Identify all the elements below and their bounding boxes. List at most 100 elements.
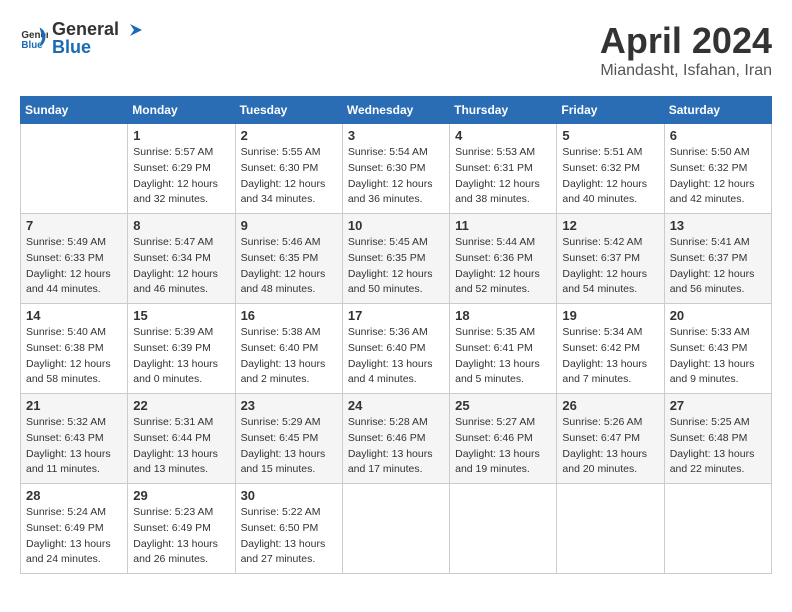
calendar-cell: 7 Sunrise: 5:49 AM Sunset: 6:33 PM Daylig…: [21, 214, 128, 304]
day-info: Sunrise: 5:22 AM Sunset: 6:50 PM Dayligh…: [241, 505, 337, 568]
day-info: Sunrise: 5:49 AM Sunset: 6:33 PM Dayligh…: [26, 235, 122, 298]
calendar-week-row: 14 Sunrise: 5:40 AM Sunset: 6:38 PM Dayli…: [21, 304, 772, 394]
calendar-cell: 9 Sunrise: 5:46 AM Sunset: 6:35 PM Daylig…: [235, 214, 342, 304]
day-info: Sunrise: 5:53 AM Sunset: 6:31 PM Dayligh…: [455, 145, 551, 208]
calendar-cell: [342, 484, 449, 574]
day-number: 12: [562, 218, 658, 233]
calendar-week-row: 1 Sunrise: 5:57 AM Sunset: 6:29 PM Daylig…: [21, 124, 772, 214]
calendar-week-row: 21 Sunrise: 5:32 AM Sunset: 6:43 PM Dayli…: [21, 394, 772, 484]
day-number: 15: [133, 308, 229, 323]
day-number: 13: [670, 218, 766, 233]
weekday-header-friday: Friday: [557, 97, 664, 124]
calendar-cell: 28 Sunrise: 5:24 AM Sunset: 6:49 PM Dayli…: [21, 484, 128, 574]
weekday-header-row: SundayMondayTuesdayWednesdayThursdayFrid…: [21, 97, 772, 124]
day-info: Sunrise: 5:32 AM Sunset: 6:43 PM Dayligh…: [26, 415, 122, 478]
location-title: Miandasht, Isfahan, Iran: [600, 62, 772, 80]
calendar-cell: 12 Sunrise: 5:42 AM Sunset: 6:37 PM Dayli…: [557, 214, 664, 304]
day-info: Sunrise: 5:29 AM Sunset: 6:45 PM Dayligh…: [241, 415, 337, 478]
calendar-cell: 23 Sunrise: 5:29 AM Sunset: 6:45 PM Dayli…: [235, 394, 342, 484]
day-number: 22: [133, 398, 229, 413]
day-number: 19: [562, 308, 658, 323]
day-number: 30: [241, 488, 337, 503]
day-info: Sunrise: 5:38 AM Sunset: 6:40 PM Dayligh…: [241, 325, 337, 388]
day-number: 16: [241, 308, 337, 323]
calendar-cell: 11Sunrise: 5:44 AM Sunset: 6:36 PM Dayli…: [450, 214, 557, 304]
calendar-cell: 25Sunrise: 5:27 AM Sunset: 6:46 PM Dayli…: [450, 394, 557, 484]
day-info: Sunrise: 5:50 AM Sunset: 6:32 PM Dayligh…: [670, 145, 766, 208]
day-number: 2: [241, 128, 337, 143]
day-info: Sunrise: 5:42 AM Sunset: 6:37 PM Dayligh…: [562, 235, 658, 298]
day-info: Sunrise: 5:46 AM Sunset: 6:35 PM Dayligh…: [241, 235, 337, 298]
day-number: 9: [241, 218, 337, 233]
calendar-cell: 1 Sunrise: 5:57 AM Sunset: 6:29 PM Daylig…: [128, 124, 235, 214]
weekday-header-thursday: Thursday: [450, 97, 557, 124]
day-number: 7: [26, 218, 122, 233]
day-info: Sunrise: 5:24 AM Sunset: 6:49 PM Dayligh…: [26, 505, 122, 568]
weekday-header-monday: Monday: [128, 97, 235, 124]
day-number: 5: [562, 128, 658, 143]
day-info: Sunrise: 5:23 AM Sunset: 6:49 PM Dayligh…: [133, 505, 229, 568]
calendar-cell: 5 Sunrise: 5:51 AM Sunset: 6:32 PM Daylig…: [557, 124, 664, 214]
calendar-table: SundayMondayTuesdayWednesdayThursdayFrid…: [20, 96, 772, 574]
day-info: Sunrise: 5:54 AM Sunset: 6:30 PM Dayligh…: [348, 145, 444, 208]
day-info: Sunrise: 5:55 AM Sunset: 6:30 PM Dayligh…: [241, 145, 337, 208]
calendar-cell: 15 Sunrise: 5:39 AM Sunset: 6:39 PM Dayli…: [128, 304, 235, 394]
day-info: Sunrise: 5:45 AM Sunset: 6:35 PM Dayligh…: [348, 235, 444, 298]
calendar-cell: 10 Sunrise: 5:45 AM Sunset: 6:35 PM Dayli…: [342, 214, 449, 304]
day-number: 11: [455, 218, 551, 233]
day-number: 8: [133, 218, 229, 233]
calendar-cell: [450, 484, 557, 574]
calendar-cell: 6 Sunrise: 5:50 AM Sunset: 6:32 PM Daylig…: [664, 124, 771, 214]
day-number: 23: [241, 398, 337, 413]
calendar-cell: 30 Sunrise: 5:22 AM Sunset: 6:50 PM Dayli…: [235, 484, 342, 574]
day-info: Sunrise: 5:36 AM Sunset: 6:40 PM Dayligh…: [348, 325, 444, 388]
day-number: 4: [455, 128, 551, 143]
calendar-cell: 26Sunrise: 5:26 AM Sunset: 6:47 PM Dayli…: [557, 394, 664, 484]
weekday-header-tuesday: Tuesday: [235, 97, 342, 124]
day-number: 17: [348, 308, 444, 323]
day-number: 6: [670, 128, 766, 143]
calendar-cell: 21 Sunrise: 5:32 AM Sunset: 6:43 PM Dayli…: [21, 394, 128, 484]
calendar-cell: 3Sunrise: 5:54 AM Sunset: 6:30 PM Daylig…: [342, 124, 449, 214]
calendar-cell: 4 Sunrise: 5:53 AM Sunset: 6:31 PM Daylig…: [450, 124, 557, 214]
day-info: Sunrise: 5:40 AM Sunset: 6:38 PM Dayligh…: [26, 325, 122, 388]
calendar-cell: [664, 484, 771, 574]
day-number: 28: [26, 488, 122, 503]
day-info: Sunrise: 5:57 AM Sunset: 6:29 PM Dayligh…: [133, 145, 229, 208]
calendar-cell: 27Sunrise: 5:25 AM Sunset: 6:48 PM Dayli…: [664, 394, 771, 484]
day-info: Sunrise: 5:28 AM Sunset: 6:46 PM Dayligh…: [348, 415, 444, 478]
logo-icon: General Blue: [20, 24, 48, 52]
title-area: April 2024 Miandasht, Isfahan, Iran: [600, 20, 772, 80]
calendar-cell: 19Sunrise: 5:34 AM Sunset: 6:42 PM Dayli…: [557, 304, 664, 394]
calendar-cell: 14 Sunrise: 5:40 AM Sunset: 6:38 PM Dayli…: [21, 304, 128, 394]
day-info: Sunrise: 5:25 AM Sunset: 6:48 PM Dayligh…: [670, 415, 766, 478]
page-header: General Blue General Blue April 2024 Mia…: [20, 20, 772, 80]
day-number: 1: [133, 128, 229, 143]
day-info: Sunrise: 5:51 AM Sunset: 6:32 PM Dayligh…: [562, 145, 658, 208]
calendar-week-row: 7 Sunrise: 5:49 AM Sunset: 6:33 PM Daylig…: [21, 214, 772, 304]
day-info: Sunrise: 5:33 AM Sunset: 6:43 PM Dayligh…: [670, 325, 766, 388]
logo: General Blue General Blue: [20, 20, 146, 56]
day-info: Sunrise: 5:47 AM Sunset: 6:34 PM Dayligh…: [133, 235, 229, 298]
calendar-week-row: 28 Sunrise: 5:24 AM Sunset: 6:49 PM Dayli…: [21, 484, 772, 574]
calendar-cell: [557, 484, 664, 574]
calendar-cell: 29 Sunrise: 5:23 AM Sunset: 6:49 PM Dayli…: [128, 484, 235, 574]
day-number: 25: [455, 398, 551, 413]
day-number: 29: [133, 488, 229, 503]
month-title: April 2024: [600, 20, 772, 62]
day-number: 10: [348, 218, 444, 233]
day-info: Sunrise: 5:26 AM Sunset: 6:47 PM Dayligh…: [562, 415, 658, 478]
day-number: 21: [26, 398, 122, 413]
weekday-header-saturday: Saturday: [664, 97, 771, 124]
calendar-cell: 2 Sunrise: 5:55 AM Sunset: 6:30 PM Daylig…: [235, 124, 342, 214]
calendar-cell: 18Sunrise: 5:35 AM Sunset: 6:41 PM Dayli…: [450, 304, 557, 394]
day-info: Sunrise: 5:39 AM Sunset: 6:39 PM Dayligh…: [133, 325, 229, 388]
day-number: 18: [455, 308, 551, 323]
calendar-cell: 16 Sunrise: 5:38 AM Sunset: 6:40 PM Dayli…: [235, 304, 342, 394]
calendar-cell: 17 Sunrise: 5:36 AM Sunset: 6:40 PM Dayli…: [342, 304, 449, 394]
calendar-cell: 24Sunrise: 5:28 AM Sunset: 6:46 PM Dayli…: [342, 394, 449, 484]
day-number: 20: [670, 308, 766, 323]
calendar-body: 1 Sunrise: 5:57 AM Sunset: 6:29 PM Daylig…: [21, 124, 772, 574]
day-number: 14: [26, 308, 122, 323]
svg-text:Blue: Blue: [21, 40, 43, 51]
